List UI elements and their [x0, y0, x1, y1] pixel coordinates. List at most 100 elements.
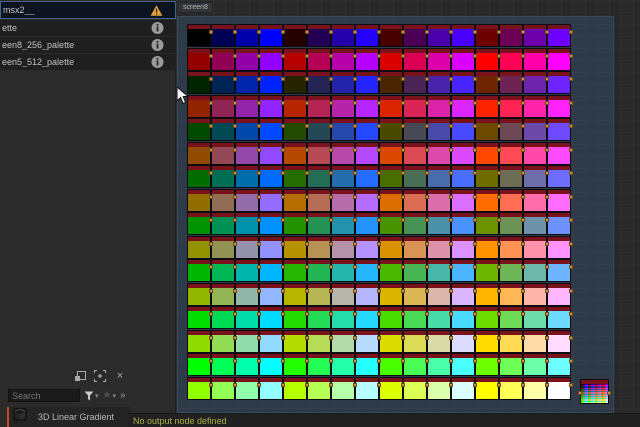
output-connector-icon[interactable] — [281, 53, 285, 58]
output-connector-icon[interactable] — [425, 124, 429, 128]
palette-color-node[interactable] — [548, 189, 573, 211]
output-connector-icon[interactable] — [545, 312, 549, 316]
palette-color-node[interactable] — [188, 260, 213, 281]
output-connector-icon[interactable] — [233, 53, 237, 58]
output-connector-icon[interactable] — [209, 218, 213, 222]
output-connector-icon[interactable] — [425, 312, 429, 316]
palette-color-node[interactable] — [308, 354, 333, 375]
output-connector-icon[interactable] — [545, 53, 549, 58]
palette-color-node[interactable] — [404, 25, 429, 46]
palette-color-node[interactable] — [380, 330, 405, 352]
output-connector-icon[interactable] — [281, 194, 285, 199]
output-connector-icon[interactable] — [425, 335, 429, 340]
output-connector-icon[interactable] — [209, 241, 213, 246]
output-connector-icon[interactable] — [281, 335, 285, 340]
palette-color-node[interactable] — [236, 189, 261, 211]
output-connector-icon[interactable] — [257, 288, 261, 293]
palette-color-node[interactable] — [428, 260, 453, 281]
output-connector-icon[interactable] — [449, 147, 453, 152]
output-connector-icon[interactable] — [521, 265, 525, 269]
palette-color-node[interactable] — [524, 95, 549, 117]
output-connector-icon[interactable] — [353, 312, 357, 316]
palette-color-node[interactable] — [332, 260, 357, 281]
output-connector-icon[interactable] — [473, 382, 477, 387]
output-connector-icon[interactable] — [257, 382, 261, 387]
output-connector-icon[interactable] — [401, 100, 405, 105]
palette-color-node[interactable] — [524, 213, 549, 234]
output-connector-icon[interactable] — [305, 171, 309, 175]
output-connector-icon[interactable] — [545, 171, 549, 175]
output-connector-icon[interactable] — [401, 241, 405, 246]
output-connector-icon[interactable] — [257, 218, 261, 222]
palette-color-node[interactable] — [308, 48, 333, 70]
palette-color-node[interactable] — [308, 236, 333, 258]
palette-color-node[interactable] — [260, 142, 285, 164]
output-connector-icon[interactable] — [353, 218, 357, 222]
output-connector-icon[interactable] — [425, 171, 429, 175]
palette-color-node[interactable] — [500, 283, 525, 305]
palette-color-node[interactable] — [380, 260, 405, 281]
palette-color-node[interactable] — [476, 307, 501, 328]
palette-color-node[interactable] — [212, 119, 237, 140]
palette-color-node[interactable] — [404, 48, 429, 70]
output-connector-icon[interactable] — [401, 382, 405, 387]
output-connector-icon[interactable] — [233, 171, 237, 175]
output-connector-icon[interactable] — [281, 218, 285, 222]
palette-color-node[interactable] — [356, 260, 381, 281]
palette-color-node[interactable] — [236, 307, 261, 328]
palette-color-node[interactable] — [548, 260, 573, 281]
output-connector-icon[interactable] — [281, 382, 285, 387]
palette-color-node[interactable] — [356, 142, 381, 164]
output-connector-icon[interactable] — [377, 77, 381, 81]
palette-color-node[interactable] — [284, 142, 309, 164]
output-connector-icon[interactable] — [377, 218, 381, 222]
output-connector-icon[interactable] — [329, 288, 333, 293]
output-connector-icon[interactable] — [425, 265, 429, 269]
output-connector-icon[interactable] — [497, 359, 501, 363]
output-connector-icon[interactable] — [497, 382, 501, 387]
output-connector-icon[interactable] — [545, 218, 549, 222]
palette-color-node[interactable] — [428, 189, 453, 211]
palette-color-node[interactable] — [188, 142, 213, 164]
palette-color-node[interactable] — [188, 354, 213, 375]
palette-color-node[interactable] — [260, 25, 285, 46]
output-connector-icon[interactable] — [257, 171, 261, 175]
palette-color-node[interactable] — [308, 307, 333, 328]
output-connector-icon[interactable] — [545, 288, 549, 293]
output-connector-icon[interactable] — [497, 124, 501, 128]
output-connector-icon[interactable] — [257, 241, 261, 246]
palette-color-node[interactable] — [500, 260, 525, 281]
palette-color-node[interactable] — [524, 189, 549, 211]
palette-color-node[interactable] — [236, 166, 261, 187]
output-connector-icon[interactable] — [497, 100, 501, 105]
output-connector-icon[interactable] — [233, 77, 237, 81]
output-connector-icon[interactable] — [473, 218, 477, 222]
palette-color-node[interactable] — [212, 377, 237, 399]
palette-color-node[interactable] — [524, 236, 549, 258]
palette-color-node[interactable] — [380, 236, 405, 258]
output-connector-icon[interactable] — [305, 194, 309, 199]
palette-color-node[interactable] — [188, 166, 213, 187]
output-connector-icon[interactable] — [497, 194, 501, 199]
output-connector-icon[interactable] — [233, 265, 237, 269]
output-connector-icon[interactable] — [449, 53, 453, 58]
palette-color-node[interactable] — [284, 330, 309, 352]
palette-color-node[interactable] — [212, 260, 237, 281]
palette-color-node[interactable] — [188, 236, 213, 258]
output-connector-icon[interactable] — [545, 194, 549, 199]
palette-color-node[interactable] — [548, 142, 573, 164]
palette-color-node[interactable] — [500, 48, 525, 70]
palette-color-node[interactable] — [308, 283, 333, 305]
palette-color-node[interactable] — [332, 354, 357, 375]
output-connector-icon[interactable] — [401, 53, 405, 58]
output-connector-icon[interactable] — [497, 171, 501, 175]
output-connector-icon[interactable] — [569, 100, 573, 105]
output-connector-icon[interactable] — [209, 53, 213, 58]
output-connector-icon[interactable] — [569, 30, 573, 34]
output-connector-icon[interactable] — [377, 359, 381, 363]
palette-color-node[interactable] — [428, 119, 453, 140]
output-connector-icon[interactable] — [257, 312, 261, 316]
palette-color-node[interactable] — [428, 95, 453, 117]
palette-color-node[interactable] — [428, 213, 453, 234]
palette-color-node[interactable] — [404, 283, 429, 305]
